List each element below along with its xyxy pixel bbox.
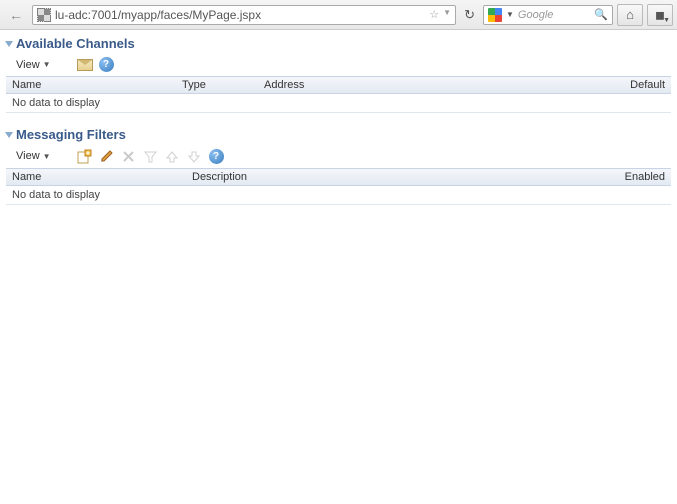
new-filter-icon[interactable]: [77, 148, 93, 164]
edit-filter-icon[interactable]: [99, 148, 115, 164]
grid-empty-row: No data to display: [6, 94, 671, 113]
bookmark-icon[interactable]: ☆: [429, 8, 439, 21]
view-menu[interactable]: View ▼: [12, 58, 55, 72]
favicon-icon: [37, 8, 51, 22]
view-menu[interactable]: View ▼: [12, 149, 55, 163]
help-icon[interactable]: ?: [99, 57, 114, 72]
move-up-icon: [165, 148, 181, 164]
col-name[interactable]: Name: [6, 169, 186, 185]
url-bar[interactable]: lu-adc:7001/myapp/faces/MyPage.jspx ☆ ▼: [32, 5, 456, 25]
search-engine-dropdown-icon[interactable]: ▼: [506, 10, 514, 19]
disclose-icon[interactable]: [5, 41, 13, 47]
back-button[interactable]: ←: [4, 4, 28, 26]
panel-title: Available Channels: [16, 36, 135, 51]
bookmarks-button[interactable]: ◼ ▼: [647, 4, 673, 26]
help-icon[interactable]: ?: [209, 149, 224, 164]
col-name[interactable]: Name: [6, 77, 176, 93]
filters-grid: Name Description Enabled No data to disp…: [6, 168, 671, 205]
browser-toolbar: ← lu-adc:7001/myapp/faces/MyPage.jspx ☆ …: [0, 0, 677, 30]
available-channels-panel: Available Channels View ▼ ? Name Type Ad…: [6, 34, 671, 113]
search-engine-icon[interactable]: [488, 8, 502, 22]
grid-empty-row: No data to display: [6, 186, 671, 205]
panel-header: Available Channels: [6, 34, 671, 55]
move-down-icon: [187, 148, 203, 164]
disclose-icon[interactable]: [5, 132, 13, 138]
filters-toolbar: View ▼ ?: [6, 146, 671, 168]
view-label: View: [16, 59, 40, 71]
col-enabled[interactable]: Enabled: [611, 169, 671, 185]
chevron-down-icon: ▼: [43, 60, 51, 69]
col-default[interactable]: Default: [611, 77, 671, 93]
messaging-filters-panel: Messaging Filters View ▼: [6, 125, 671, 205]
channels-toolbar: View ▼ ?: [6, 55, 671, 76]
channels-grid: Name Type Address Default No data to dis…: [6, 76, 671, 113]
panel-header: Messaging Filters: [6, 125, 671, 146]
grid-header: Name Type Address Default: [6, 76, 671, 94]
search-go-icon[interactable]: 🔍: [594, 8, 608, 21]
col-description[interactable]: Description: [186, 169, 611, 185]
panel-title: Messaging Filters: [16, 127, 126, 142]
mail-icon[interactable]: [77, 59, 93, 71]
chevron-down-icon: ▼: [43, 152, 51, 161]
url-text: lu-adc:7001/myapp/faces/MyPage.jspx: [55, 8, 425, 22]
dropdown-icon[interactable]: ▼: [443, 8, 451, 21]
refresh-button[interactable]: ↻: [460, 7, 479, 23]
url-actions: ☆ ▼: [429, 8, 451, 21]
delete-filter-icon: [121, 148, 137, 164]
view-label: View: [16, 150, 40, 162]
home-button[interactable]: ⌂: [617, 4, 643, 26]
search-box[interactable]: ▼ Google 🔍: [483, 5, 613, 25]
page-content: Available Channels View ▼ ? Name Type Ad…: [0, 30, 677, 221]
search-placeholder: Google: [518, 9, 590, 21]
col-address[interactable]: Address: [258, 77, 611, 93]
col-type[interactable]: Type: [176, 77, 258, 93]
grid-header: Name Description Enabled: [6, 168, 671, 186]
funnel-icon: [143, 148, 159, 164]
